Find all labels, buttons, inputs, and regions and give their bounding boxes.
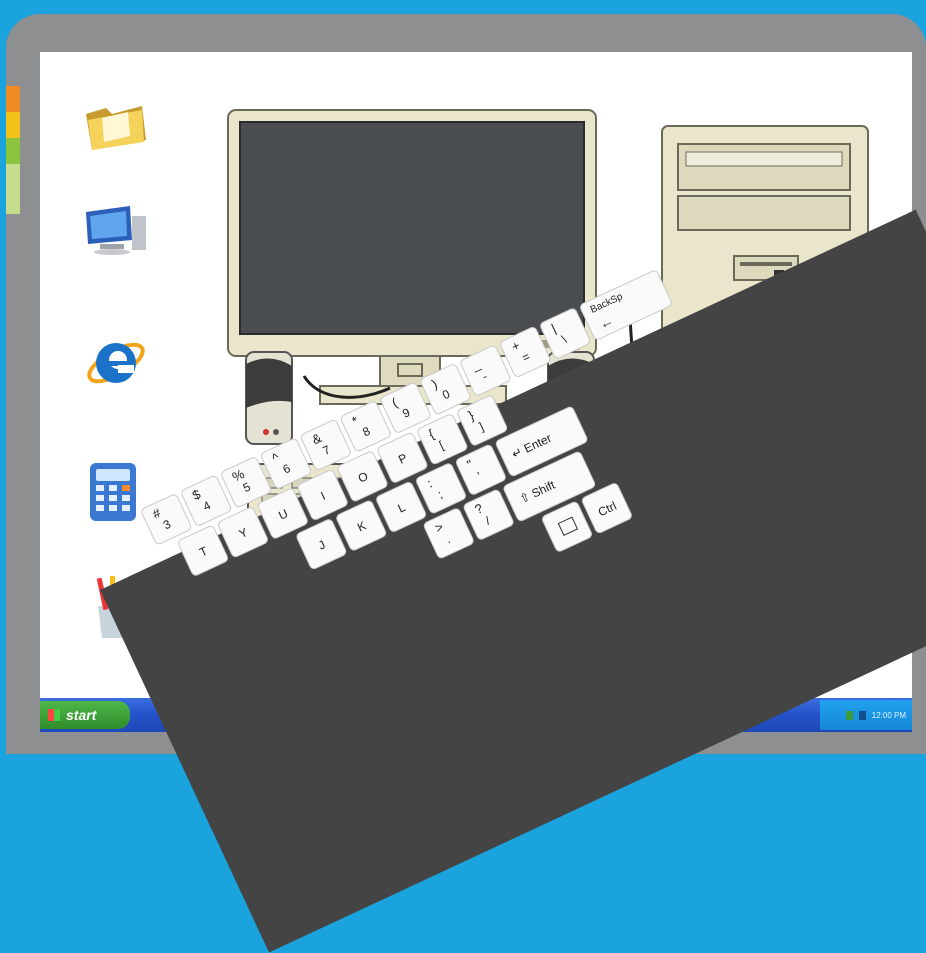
system-tray: 12:00 PM — [820, 700, 912, 730]
clock[interactable]: 12:00 PM — [872, 711, 906, 720]
color-tab-orange — [6, 86, 20, 112]
paint-icon[interactable] — [80, 572, 150, 642]
menu-icon — [557, 516, 579, 537]
mouse-and-pad — [658, 469, 830, 622]
taskbar: start 12:00 PM — [40, 698, 912, 732]
windows-logo-icon — [48, 709, 60, 721]
color-tab-yellow — [6, 112, 20, 138]
start-label: start — [66, 707, 97, 723]
device-frame: 2 start 12:00 PM — [6, 14, 926, 754]
start-button[interactable]: start — [40, 701, 130, 729]
color-tab-green — [6, 138, 20, 164]
my-computer-icon[interactable] — [80, 192, 150, 262]
calculator-icon[interactable] — [80, 457, 150, 527]
folder-icon[interactable] — [80, 92, 150, 162]
network-icon[interactable] — [845, 710, 853, 720]
volume-icon[interactable] — [858, 710, 866, 720]
arrow-left-icon: ← — [596, 311, 616, 333]
left-speaker — [245, 351, 293, 445]
monitor-screen — [239, 121, 585, 335]
internet-explorer-icon[interactable] — [80, 327, 150, 397]
pc-tower — [661, 125, 869, 461]
color-tab-lightgreen — [6, 164, 20, 214]
